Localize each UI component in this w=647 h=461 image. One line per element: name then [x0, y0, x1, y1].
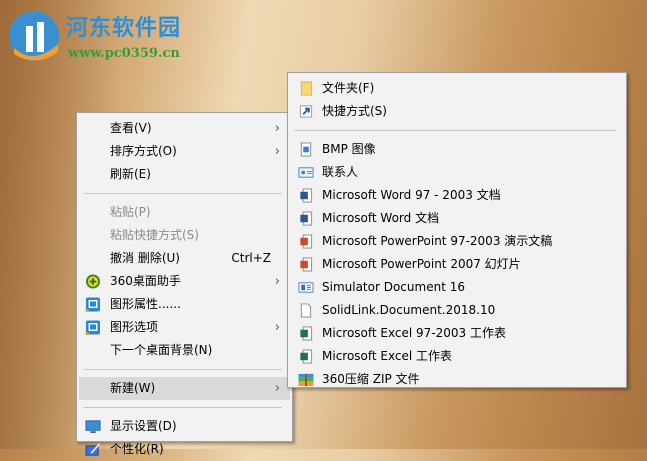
menu-separator [83, 193, 282, 194]
menu-item-label: BMP 图像 [322, 142, 376, 156]
menu-separator [83, 407, 282, 408]
zip-icon [298, 373, 314, 387]
new-powerpoint-97[interactable]: Microsoft PowerPoint 97-2003 演示文稿 [290, 230, 624, 253]
new-submenu: 文件夹(F) 快捷方式(S) BMP 图像 联系人 Microsoft Word… [287, 72, 627, 388]
excel-icon [300, 326, 313, 341]
menu-item-label: 360桌面助手 [110, 274, 181, 288]
new-excel-97[interactable]: Microsoft Excel 97-2003 工作表 [290, 322, 624, 345]
shortcut-icon [299, 105, 313, 118]
new-contact[interactable]: 联系人 [290, 161, 624, 184]
menu-item-label: Microsoft PowerPoint 97-2003 演示文稿 [322, 234, 553, 248]
new-powerpoint-2007[interactable]: Microsoft PowerPoint 2007 幻灯片 [290, 253, 624, 276]
menu-item-label: 刷新(E) [110, 167, 151, 181]
new-folder[interactable]: 文件夹(F) [290, 77, 624, 100]
menu-item-label: 撤消 删除(U) [110, 251, 180, 265]
menu-item-label: 图形选项 [110, 320, 159, 334]
menu-item-label: 360压缩 ZIP 文件 [322, 372, 420, 386]
menu-item-label: 粘贴快捷方式(S) [110, 228, 199, 242]
contact-icon [298, 167, 314, 178]
powerpoint-icon [300, 234, 313, 249]
menu-item-label: 图形属性...... [110, 297, 181, 311]
menu-item-360-desktop[interactable]: 360桌面助手 › [79, 270, 290, 293]
new-excel[interactable]: Microsoft Excel 工作表 [290, 345, 624, 368]
menu-item-label: Microsoft Word 97 - 2003 文档 [322, 188, 501, 202]
new-bmp[interactable]: BMP 图像 [290, 138, 624, 161]
new-solidlink-document[interactable]: SolidLink.Document.2018.10 [290, 299, 624, 322]
menu-item-label: Microsoft Excel 97-2003 工作表 [322, 326, 506, 340]
menu-item-label: SolidLink.Document.2018.10 [322, 303, 496, 317]
menu-item-label: 下一个桌面背景(N) [110, 343, 213, 357]
menu-item-new[interactable]: 新建(W) › [79, 377, 290, 400]
chevron-right-icon: › [274, 274, 280, 289]
menu-item-next-background[interactable]: 下一个桌面背景(N) [79, 339, 290, 362]
intel-graphics-icon [85, 320, 101, 335]
menu-item-label: Microsoft PowerPoint 2007 幻灯片 [322, 257, 521, 271]
menu-item-undo-delete[interactable]: 撤消 删除(U) Ctrl+Z [79, 247, 290, 270]
simulator-icon [298, 282, 314, 293]
menu-item-label: 联系人 [322, 165, 359, 179]
menu-item-label: 快捷方式(S) [322, 104, 387, 118]
menu-item-paste[interactable]: 粘贴(P) [79, 201, 290, 224]
new-word-97[interactable]: Microsoft Word 97 - 2003 文档 [290, 184, 624, 207]
watermark-brand: 河东软件园 [66, 15, 182, 41]
menu-item-label: 排序方式(O) [110, 144, 177, 158]
new-word[interactable]: Microsoft Word 文档 [290, 207, 624, 230]
menu-item-label: 粘贴(P) [110, 205, 151, 219]
menu-item-sort[interactable]: 排序方式(O) › [79, 140, 290, 163]
menu-item-view[interactable]: 查看(V) › [79, 117, 290, 140]
word-icon [300, 188, 313, 203]
menu-item-label: 查看(V) [110, 121, 152, 135]
blank-file-icon [300, 303, 312, 318]
menu-separator [294, 130, 616, 131]
bmp-icon [300, 142, 312, 157]
new-simulator-document[interactable]: Simulator Document 16 [290, 276, 624, 299]
menu-item-graphics-properties[interactable]: 图形属性...... [79, 293, 290, 316]
chevron-right-icon: › [274, 144, 280, 159]
folder-icon [300, 81, 313, 96]
menu-item-graphics-options[interactable]: 图形选项 › [79, 316, 290, 339]
360-icon [85, 274, 101, 289]
watermark-url: www.pc0359.cn [68, 46, 180, 61]
intel-graphics-icon [85, 297, 101, 312]
menu-item-display-settings[interactable]: 显示设置(D) [79, 415, 290, 438]
word-icon [300, 211, 313, 226]
new-shortcut[interactable]: 快捷方式(S) [290, 100, 624, 123]
shortcut-label: Ctrl+Z [231, 251, 271, 265]
menu-item-label: 新建(W) [110, 381, 156, 395]
site-logo-icon [9, 11, 59, 61]
chevron-right-icon: › [274, 381, 280, 396]
menu-item-label: 个性化(R) [110, 442, 164, 456]
excel-icon [300, 349, 313, 364]
menu-item-personalize[interactable]: 个性化(R) [79, 438, 290, 461]
menu-item-label: 文件夹(F) [322, 81, 375, 95]
menu-separator [83, 369, 282, 370]
menu-item-label: Microsoft Excel 工作表 [322, 349, 453, 363]
personalize-icon [85, 443, 101, 456]
menu-item-label: Simulator Document 16 [322, 280, 465, 294]
menu-item-label: Microsoft Word 文档 [322, 211, 440, 225]
new-360-zip[interactable]: 360压缩 ZIP 文件 [290, 368, 624, 391]
powerpoint-icon [300, 257, 313, 272]
display-icon [85, 420, 101, 434]
menu-item-refresh[interactable]: 刷新(E) [79, 163, 290, 186]
chevron-right-icon: › [274, 320, 280, 335]
chevron-right-icon: › [274, 121, 280, 136]
menu-item-label: 显示设置(D) [110, 419, 177, 433]
menu-item-paste-shortcut[interactable]: 粘贴快捷方式(S) [79, 224, 290, 247]
desktop-context-menu: 查看(V) › 排序方式(O) › 刷新(E) 粘贴(P) 粘贴快捷方式(S) 撤消… [76, 112, 293, 456]
